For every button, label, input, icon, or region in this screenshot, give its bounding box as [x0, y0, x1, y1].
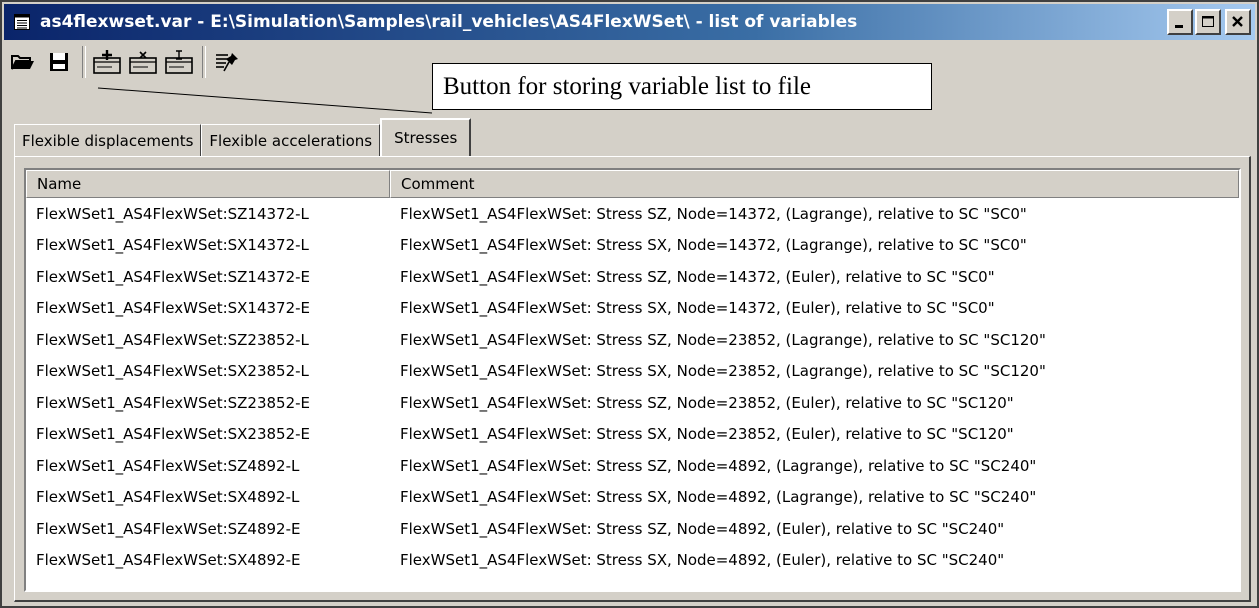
variable-comment: FlexWSet1_AS4FlexWSet: Stress SZ, Node=2…	[400, 330, 1046, 349]
open-folder-icon	[11, 55, 34, 70]
variable-comment: FlexWSet1_AS4FlexWSet: Stress SZ, Node=2…	[400, 393, 1014, 412]
list-header: Name Comment	[26, 170, 1239, 198]
maximize-icon	[1202, 16, 1214, 27]
close-icon	[1232, 16, 1243, 27]
window-title: as4flexwset.var - E:\Simulation\Samples\…	[40, 12, 858, 32]
pin-list-icon	[216, 53, 238, 72]
list-item[interactable]: FlexWSet1_AS4FlexWSet:SX14372-L FlexWSet1…	[26, 230, 1239, 262]
list-item[interactable]: FlexWSet1_AS4FlexWSet:SZ4892-E FlexWSet1_…	[26, 513, 1239, 545]
callout-label: Button for storing variable list to file	[432, 63, 932, 110]
tab-strip: Flexible displacements Flexible accelera…	[14, 118, 472, 156]
add-variable-button[interactable]	[90, 45, 124, 79]
list-item[interactable]: FlexWSet1_AS4FlexWSet:SX4892-E FlexWSet1_…	[26, 545, 1239, 577]
column-header-comment[interactable]: Comment	[390, 170, 1239, 198]
toolbar-separator	[202, 46, 206, 78]
remove-variable-button[interactable]	[126, 45, 160, 79]
variable-name: FlexWSet1_AS4FlexWSet:SX14372-L	[36, 236, 309, 255]
edit-variable-button[interactable]	[162, 45, 196, 79]
maximize-button[interactable]	[1195, 9, 1221, 35]
tab-stresses[interactable]: Stresses	[380, 118, 472, 156]
variable-name: FlexWSet1_AS4FlexWSet:SZ4892-L	[36, 456, 300, 475]
add-variable-icon	[93, 50, 121, 74]
tab-flexible-displacements[interactable]: Flexible displacements	[14, 124, 202, 156]
list-item[interactable]: FlexWSet1_AS4FlexWSet:SZ14372-E FlexWSet1…	[26, 261, 1239, 293]
list-item[interactable]: FlexWSet1_AS4FlexWSet:SX23852-E FlexWSet1…	[26, 419, 1239, 451]
variable-comment: FlexWSet1_AS4FlexWSet: Stress SX, Node=4…	[400, 551, 1005, 570]
variable-name: FlexWSet1_AS4FlexWSet:SX14372-E	[36, 299, 311, 318]
variable-name: FlexWSet1_AS4FlexWSet:SZ4892-E	[36, 519, 301, 538]
list-item[interactable]: FlexWSet1_AS4FlexWSet:SX14372-E FlexWSet1…	[26, 293, 1239, 325]
variable-name: FlexWSet1_AS4FlexWSet:SZ14372-E	[36, 267, 311, 286]
close-button[interactable]	[1225, 9, 1251, 35]
minimize-button[interactable]	[1167, 9, 1193, 35]
save-disk-icon	[50, 53, 68, 71]
list-body: FlexWSet1_AS4FlexWSet:SZ14372-L FlexWSet1…	[26, 198, 1239, 576]
list-item[interactable]: FlexWSet1_AS4FlexWSet:SZ23852-L FlexWSet1…	[26, 324, 1239, 356]
variable-comment: FlexWSet1_AS4FlexWSet: Stress SZ, Node=4…	[400, 456, 1037, 475]
list-item[interactable]: FlexWSet1_AS4FlexWSet:SX23852-L FlexWSet1…	[26, 356, 1239, 388]
variable-name: FlexWSet1_AS4FlexWSet:SX4892-E	[36, 551, 301, 570]
variable-name: FlexWSet1_AS4FlexWSet:SZ23852-L	[36, 330, 309, 349]
variable-comment: FlexWSet1_AS4FlexWSet: Stress SX, Node=2…	[400, 362, 1046, 381]
variable-comment: FlexWSet1_AS4FlexWSet: Stress SX, Node=4…	[400, 488, 1037, 507]
variable-comment: FlexWSet1_AS4FlexWSet: Stress SZ, Node=1…	[400, 204, 1027, 223]
list-item[interactable]: FlexWSet1_AS4FlexWSet:SZ23852-E FlexWSet1…	[26, 387, 1239, 419]
tab-flexible-accelerations[interactable]: Flexible accelerations	[201, 124, 381, 156]
remove-variable-icon	[129, 51, 157, 74]
toolbar-separator	[82, 46, 86, 78]
document-list-icon[interactable]	[12, 12, 32, 32]
variable-comment: FlexWSet1_AS4FlexWSet: Stress SZ, Node=4…	[400, 519, 1005, 538]
variable-name: FlexWSet1_AS4FlexWSet:SZ14372-L	[36, 204, 309, 223]
window-controls	[1167, 9, 1251, 35]
variable-comment: FlexWSet1_AS4FlexWSet: Stress SX, Node=1…	[400, 299, 995, 318]
variable-comment: FlexWSet1_AS4FlexWSet: Stress SX, Node=1…	[400, 236, 1027, 255]
list-item[interactable]: FlexWSet1_AS4FlexWSet:SX4892-L FlexWSet1_…	[26, 482, 1239, 514]
variable-name: FlexWSet1_AS4FlexWSet:SX23852-L	[36, 362, 309, 381]
variable-name: FlexWSet1_AS4FlexWSet:SX4892-L	[36, 488, 300, 507]
column-header-name[interactable]: Name	[26, 170, 390, 198]
save-button[interactable]	[42, 45, 76, 79]
open-button[interactable]	[6, 45, 40, 79]
list-item[interactable]: FlexWSet1_AS4FlexWSet:SZ4892-L FlexWSet1_…	[26, 450, 1239, 482]
variable-name: FlexWSet1_AS4FlexWSet:SZ23852-E	[36, 393, 311, 412]
edit-variable-icon	[165, 50, 193, 74]
variable-list[interactable]: Name Comment FlexWSet1_AS4FlexWSet:SZ143…	[24, 168, 1241, 592]
variable-comment: FlexWSet1_AS4FlexWSet: Stress SZ, Node=1…	[400, 267, 995, 286]
minimize-icon	[1175, 25, 1183, 28]
variable-name: FlexWSet1_AS4FlexWSet:SX23852-E	[36, 425, 311, 444]
variable-comment: FlexWSet1_AS4FlexWSet: Stress SX, Node=2…	[400, 425, 1014, 444]
title-bar[interactable]: as4flexwset.var - E:\Simulation\Samples\…	[4, 4, 1255, 40]
pin-list-button[interactable]	[210, 45, 244, 79]
list-item[interactable]: FlexWSet1_AS4FlexWSet:SZ14372-L FlexWSet1…	[26, 198, 1239, 230]
